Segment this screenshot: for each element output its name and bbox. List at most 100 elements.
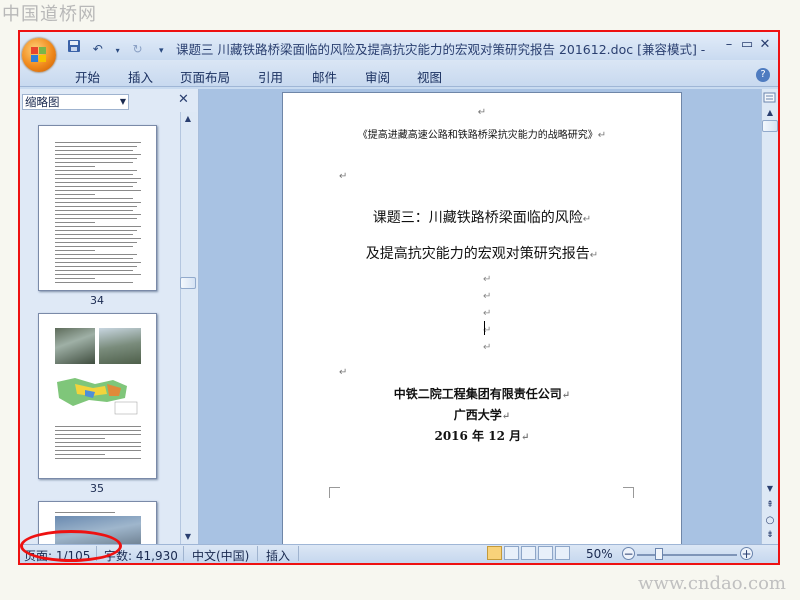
scroll-down-icon[interactable]: ▼: [181, 532, 195, 541]
maximize-button[interactable]: ▭: [740, 37, 754, 52]
thumbnail-text-line: [55, 214, 141, 215]
next-page-icon[interactable]: ⇟: [763, 530, 777, 540]
series-title: 《提高进藏高速公路和铁路桥梁抗灾能力的战略研究》↵: [357, 130, 607, 141]
quick-access-toolbar: ↶ ▾ ↻ ▾: [66, 39, 173, 57]
thumbnail-text-line: [55, 222, 95, 223]
thumbnail-text-line: [55, 234, 133, 235]
thumbnail-text-line: [55, 446, 141, 447]
photo-thumbnail: [99, 328, 141, 364]
thumbnail-text-line: [55, 250, 95, 251]
thumbnail-text-line: [55, 218, 137, 219]
thumbnail-text-line: [55, 438, 105, 439]
office-button[interactable]: [22, 38, 56, 72]
customize-icon[interactable]: ▾: [153, 43, 169, 59]
web-layout-view-icon[interactable]: [521, 546, 536, 560]
chevron-down-icon: ▼: [119, 97, 126, 106]
thumbnail-text-line: [55, 226, 141, 227]
thumbnail-text-line: [55, 154, 141, 155]
draft-view-icon[interactable]: [555, 546, 570, 560]
thumbnail-text-line: [55, 186, 133, 187]
save-icon[interactable]: [66, 39, 82, 55]
thumbnail-text-line: [55, 170, 137, 171]
zoom-out-icon[interactable]: −: [622, 547, 635, 560]
thumbnail-text-line: [55, 198, 133, 199]
thumbnail-text-line: [55, 242, 137, 243]
report-title-line2: 及提高抗灾能力的宏观对策研究报告↵: [365, 246, 599, 262]
undo-icon[interactable]: ↶: [90, 41, 106, 57]
thumbnail-text-line: [55, 442, 141, 443]
previous-page-icon[interactable]: ⇞: [763, 500, 777, 510]
zoom-slider-knob[interactable]: [655, 548, 664, 560]
print-layout-view-icon[interactable]: [487, 546, 502, 560]
thumbnail-text-line: [55, 266, 137, 267]
crop-mark: [329, 487, 340, 498]
thumbnail-text-line: [55, 146, 137, 147]
tab-references[interactable]: 引用: [258, 67, 283, 86]
thumbnail-text-line: [55, 166, 95, 167]
cut-off-heading: [283, 93, 681, 97]
organization-1: 中铁二院工程集团有限责任公司↵: [393, 387, 571, 401]
thumbnail-text-line: [55, 158, 137, 159]
scroll-up-icon[interactable]: ▲: [763, 108, 777, 117]
language-indicator[interactable]: 中文(中国): [192, 547, 249, 563]
thumbnail-text-line: [55, 162, 133, 163]
tab-mailings[interactable]: 邮件: [312, 67, 337, 86]
office-logo-icon: [31, 47, 47, 63]
thumbnail-number: 34: [90, 294, 104, 307]
thumbnail-text-line: [55, 230, 137, 231]
pane-scrollbar[interactable]: [180, 112, 197, 544]
zoom-slider[interactable]: [637, 554, 737, 556]
thumbnail-text-line: [55, 274, 141, 275]
minimize-button[interactable]: –: [722, 37, 736, 52]
dropdown-arrow-icon[interactable]: ▾: [114, 43, 122, 59]
ruler-toggle-icon[interactable]: [763, 91, 776, 104]
thumbnail-page-35[interactable]: [38, 313, 157, 479]
report-title-line1: 课题三：川藏铁路桥梁面临的风险↵: [372, 210, 592, 226]
tab-page-layout[interactable]: 页面布局: [180, 67, 230, 86]
scroll-up-icon[interactable]: ▲: [181, 114, 195, 123]
thumbnail-number: 35: [90, 482, 104, 495]
document-scrollbar[interactable]: [761, 89, 778, 544]
tab-view[interactable]: 视图: [417, 67, 442, 86]
thumbnail-text-line: [55, 194, 95, 195]
pane-view-dropdown[interactable]: 缩略图 ▼: [22, 94, 129, 110]
close-button[interactable]: ✕: [758, 37, 772, 52]
thumbnail-text-line: [55, 246, 133, 247]
redo-icon[interactable]: ↻: [129, 41, 145, 57]
scroll-down-icon[interactable]: ▼: [763, 484, 777, 493]
help-icon[interactable]: ?: [756, 68, 770, 82]
report-date: 2016 年 12 月↵: [434, 429, 530, 443]
thumbnail-text-line: [55, 210, 133, 211]
pane-scroll-thumb[interactable]: [180, 277, 196, 289]
watermark-bottom: www.cndao.com: [638, 573, 786, 594]
thumbnail-text-line: [55, 254, 137, 255]
browse-object-icon[interactable]: ○: [763, 515, 777, 526]
photo-thumbnail: [55, 328, 95, 364]
thumbnail-text-line: [55, 238, 141, 239]
paragraph-marks: ↵ ↵ ↵ ↵ ↵: [483, 274, 492, 353]
watermark-top: 中国道桥网: [2, 4, 97, 25]
full-screen-reading-view-icon[interactable]: [504, 546, 519, 560]
pane-close-icon[interactable]: ✕: [178, 92, 189, 107]
tab-review[interactable]: 审阅: [365, 67, 390, 86]
organization-2: 广西大学↵: [453, 408, 511, 422]
thumbnail-text-line: [55, 430, 141, 431]
thumbnail-text-line: [55, 278, 95, 279]
thumbnail-text-line: [55, 426, 141, 427]
thumbnail-page-34[interactable]: [38, 125, 157, 291]
tab-insert[interactable]: 插入: [128, 67, 153, 86]
paragraph-mark: ↵: [477, 107, 487, 118]
insert-mode[interactable]: 插入: [266, 547, 290, 563]
thumbnail-text-line: [55, 178, 141, 179]
thumbnail-text-line: [55, 458, 141, 459]
document-page[interactable]: ↵ 《提高进藏高速公路和铁路桥梁抗灾能力的战略研究》↵ ↵ 课题三：川藏铁路桥梁…: [282, 92, 682, 546]
document-scroll-thumb[interactable]: [762, 120, 778, 132]
zoom-in-icon[interactable]: +: [740, 547, 753, 560]
thumbnail-text-line: [55, 190, 141, 191]
zoom-level[interactable]: 50%: [586, 547, 613, 561]
tab-home[interactable]: 开始: [75, 67, 100, 86]
thumbnail-text-line: [55, 150, 133, 151]
outline-view-icon[interactable]: [538, 546, 553, 560]
divider: [257, 546, 258, 561]
map-thumbnail: [55, 372, 141, 416]
